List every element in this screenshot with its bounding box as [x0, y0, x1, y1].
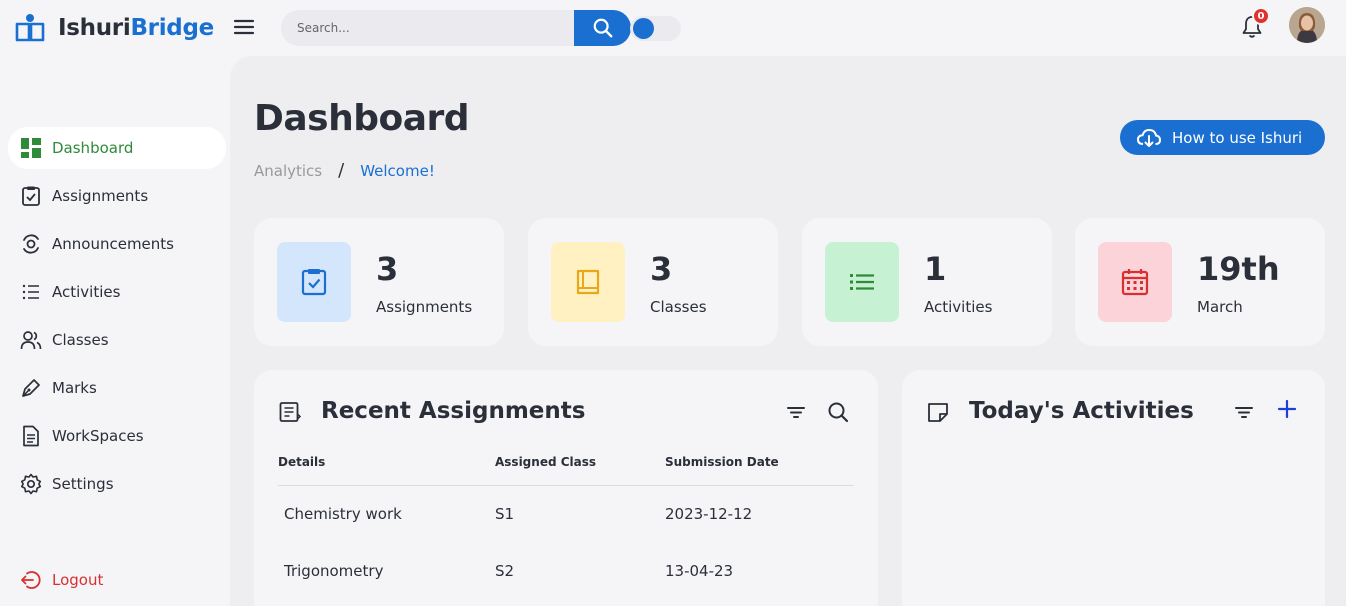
search-bar — [281, 10, 631, 46]
list-icon — [825, 242, 899, 322]
page-title: Dashboard — [254, 98, 470, 139]
stat-card-classes[interactable]: 3 Classes — [528, 218, 778, 346]
sidebar-item-announcements[interactable]: Announcements — [8, 223, 226, 265]
sidebar-item-dashboard[interactable]: Dashboard — [8, 127, 226, 169]
stat-card-assignments[interactable]: 3 Assignments — [254, 218, 504, 346]
sidebar-item-label: Classes — [52, 331, 109, 349]
book-icon — [551, 242, 625, 322]
sidebar-item-activities[interactable]: Activities — [8, 271, 226, 313]
breadcrumb-separator: / — [338, 160, 345, 181]
notification-badge: 0 — [1252, 7, 1270, 25]
sidebar-item-marks[interactable]: Marks — [8, 367, 226, 409]
clipboard-check-icon — [22, 186, 40, 206]
column-header[interactable]: Details — [278, 455, 325, 469]
grid-icon — [21, 138, 41, 158]
search-icon — [593, 18, 612, 38]
document-icon — [23, 425, 39, 447]
table-divider — [278, 485, 854, 486]
hamburger-menu-icon[interactable] — [233, 16, 255, 38]
toggle-knob — [633, 18, 654, 39]
sidebar-item-label: Assignments — [52, 187, 149, 205]
stat-label: Classes — [650, 298, 707, 316]
how-to-use-label: How to use Ishuri — [1172, 128, 1303, 147]
sidebar-item-label: Settings — [52, 475, 114, 493]
recent-assignments-panel: Recent Assignments Details Assigned Clas… — [254, 370, 878, 606]
table-cell: 13-04-23 — [665, 562, 734, 580]
top-bar: IshuriBridge 0 — [0, 0, 1346, 56]
theme-toggle[interactable] — [630, 16, 681, 41]
clipboard-check-icon — [277, 242, 351, 322]
table-cell: S1 — [495, 505, 515, 523]
stat-value: 1 — [924, 250, 947, 288]
search-button[interactable] — [574, 10, 631, 46]
stat-label: Assignments — [376, 298, 473, 316]
assignment-list-icon — [279, 402, 302, 422]
todays-activities-panel: Today's Activities — [902, 370, 1325, 606]
sidebar-item-label: Dashboard — [52, 139, 134, 157]
stat-label: March — [1197, 298, 1243, 316]
column-header[interactable]: Submission Date — [665, 455, 779, 469]
stat-value: 3 — [376, 250, 399, 288]
filter-icon[interactable] — [784, 400, 808, 424]
stat-card-date[interactable]: 19th March — [1075, 218, 1325, 346]
brand-name: IshuriBridge — [58, 15, 214, 41]
panel-title: Recent Assignments — [321, 398, 586, 424]
add-icon[interactable] — [1275, 397, 1299, 421]
filter-icon[interactable] — [1232, 400, 1256, 424]
logout-icon — [21, 571, 41, 589]
list-icon — [22, 284, 39, 300]
breadcrumb-analytics[interactable]: Analytics — [254, 162, 322, 180]
pen-icon — [22, 379, 40, 397]
search-icon[interactable] — [826, 400, 850, 424]
stat-value: 19th — [1197, 250, 1280, 288]
stat-card-activities[interactable]: 1 Activities — [802, 218, 1052, 346]
logout-label: Logout — [52, 571, 104, 589]
broadcast-icon — [23, 234, 39, 254]
sidebar-item-classes[interactable]: Classes — [8, 319, 226, 361]
book-icon — [15, 14, 45, 42]
logout-button[interactable]: Logout — [8, 559, 226, 601]
main-content: Dashboard Analytics / Welcome! How to us… — [230, 56, 1346, 606]
sidebar-item-label: Marks — [52, 379, 97, 397]
table-cell: S2 — [495, 562, 515, 580]
table-cell[interactable]: Chemistry work — [284, 505, 402, 523]
panel-title: Today's Activities — [969, 398, 1194, 424]
cloud-download-icon — [1136, 128, 1162, 147]
stat-label: Activities — [924, 298, 993, 316]
calendar-icon — [1098, 242, 1172, 322]
gear-icon — [20, 473, 42, 495]
sidebar-item-workspaces[interactable]: WorkSpaces — [8, 415, 226, 457]
avatar[interactable] — [1289, 7, 1325, 43]
sidebar-item-assignments[interactable]: Assignments — [8, 175, 226, 217]
sidebar-item-label: WorkSpaces — [52, 427, 144, 445]
sidebar-item-label: Announcements — [52, 235, 174, 253]
sidebar-item-settings[interactable]: Settings — [8, 463, 226, 505]
breadcrumb: Analytics / Welcome! — [254, 160, 435, 181]
stat-value: 3 — [650, 250, 673, 288]
brand-logo[interactable]: IshuriBridge — [14, 12, 214, 44]
breadcrumb-welcome[interactable]: Welcome! — [360, 162, 435, 180]
column-header[interactable]: Assigned Class — [495, 455, 596, 469]
table-cell: 2023-12-12 — [665, 505, 753, 523]
sidebar-item-label: Activities — [52, 283, 121, 301]
sidebar: Dashboard Assignments Announcements Acti… — [0, 56, 230, 606]
how-to-use-button[interactable]: How to use Ishuri — [1120, 120, 1325, 155]
table-cell[interactable]: Trigonometry — [284, 562, 383, 580]
search-input[interactable] — [297, 19, 567, 37]
sticky-note-icon — [928, 403, 948, 422]
users-icon — [20, 331, 42, 350]
